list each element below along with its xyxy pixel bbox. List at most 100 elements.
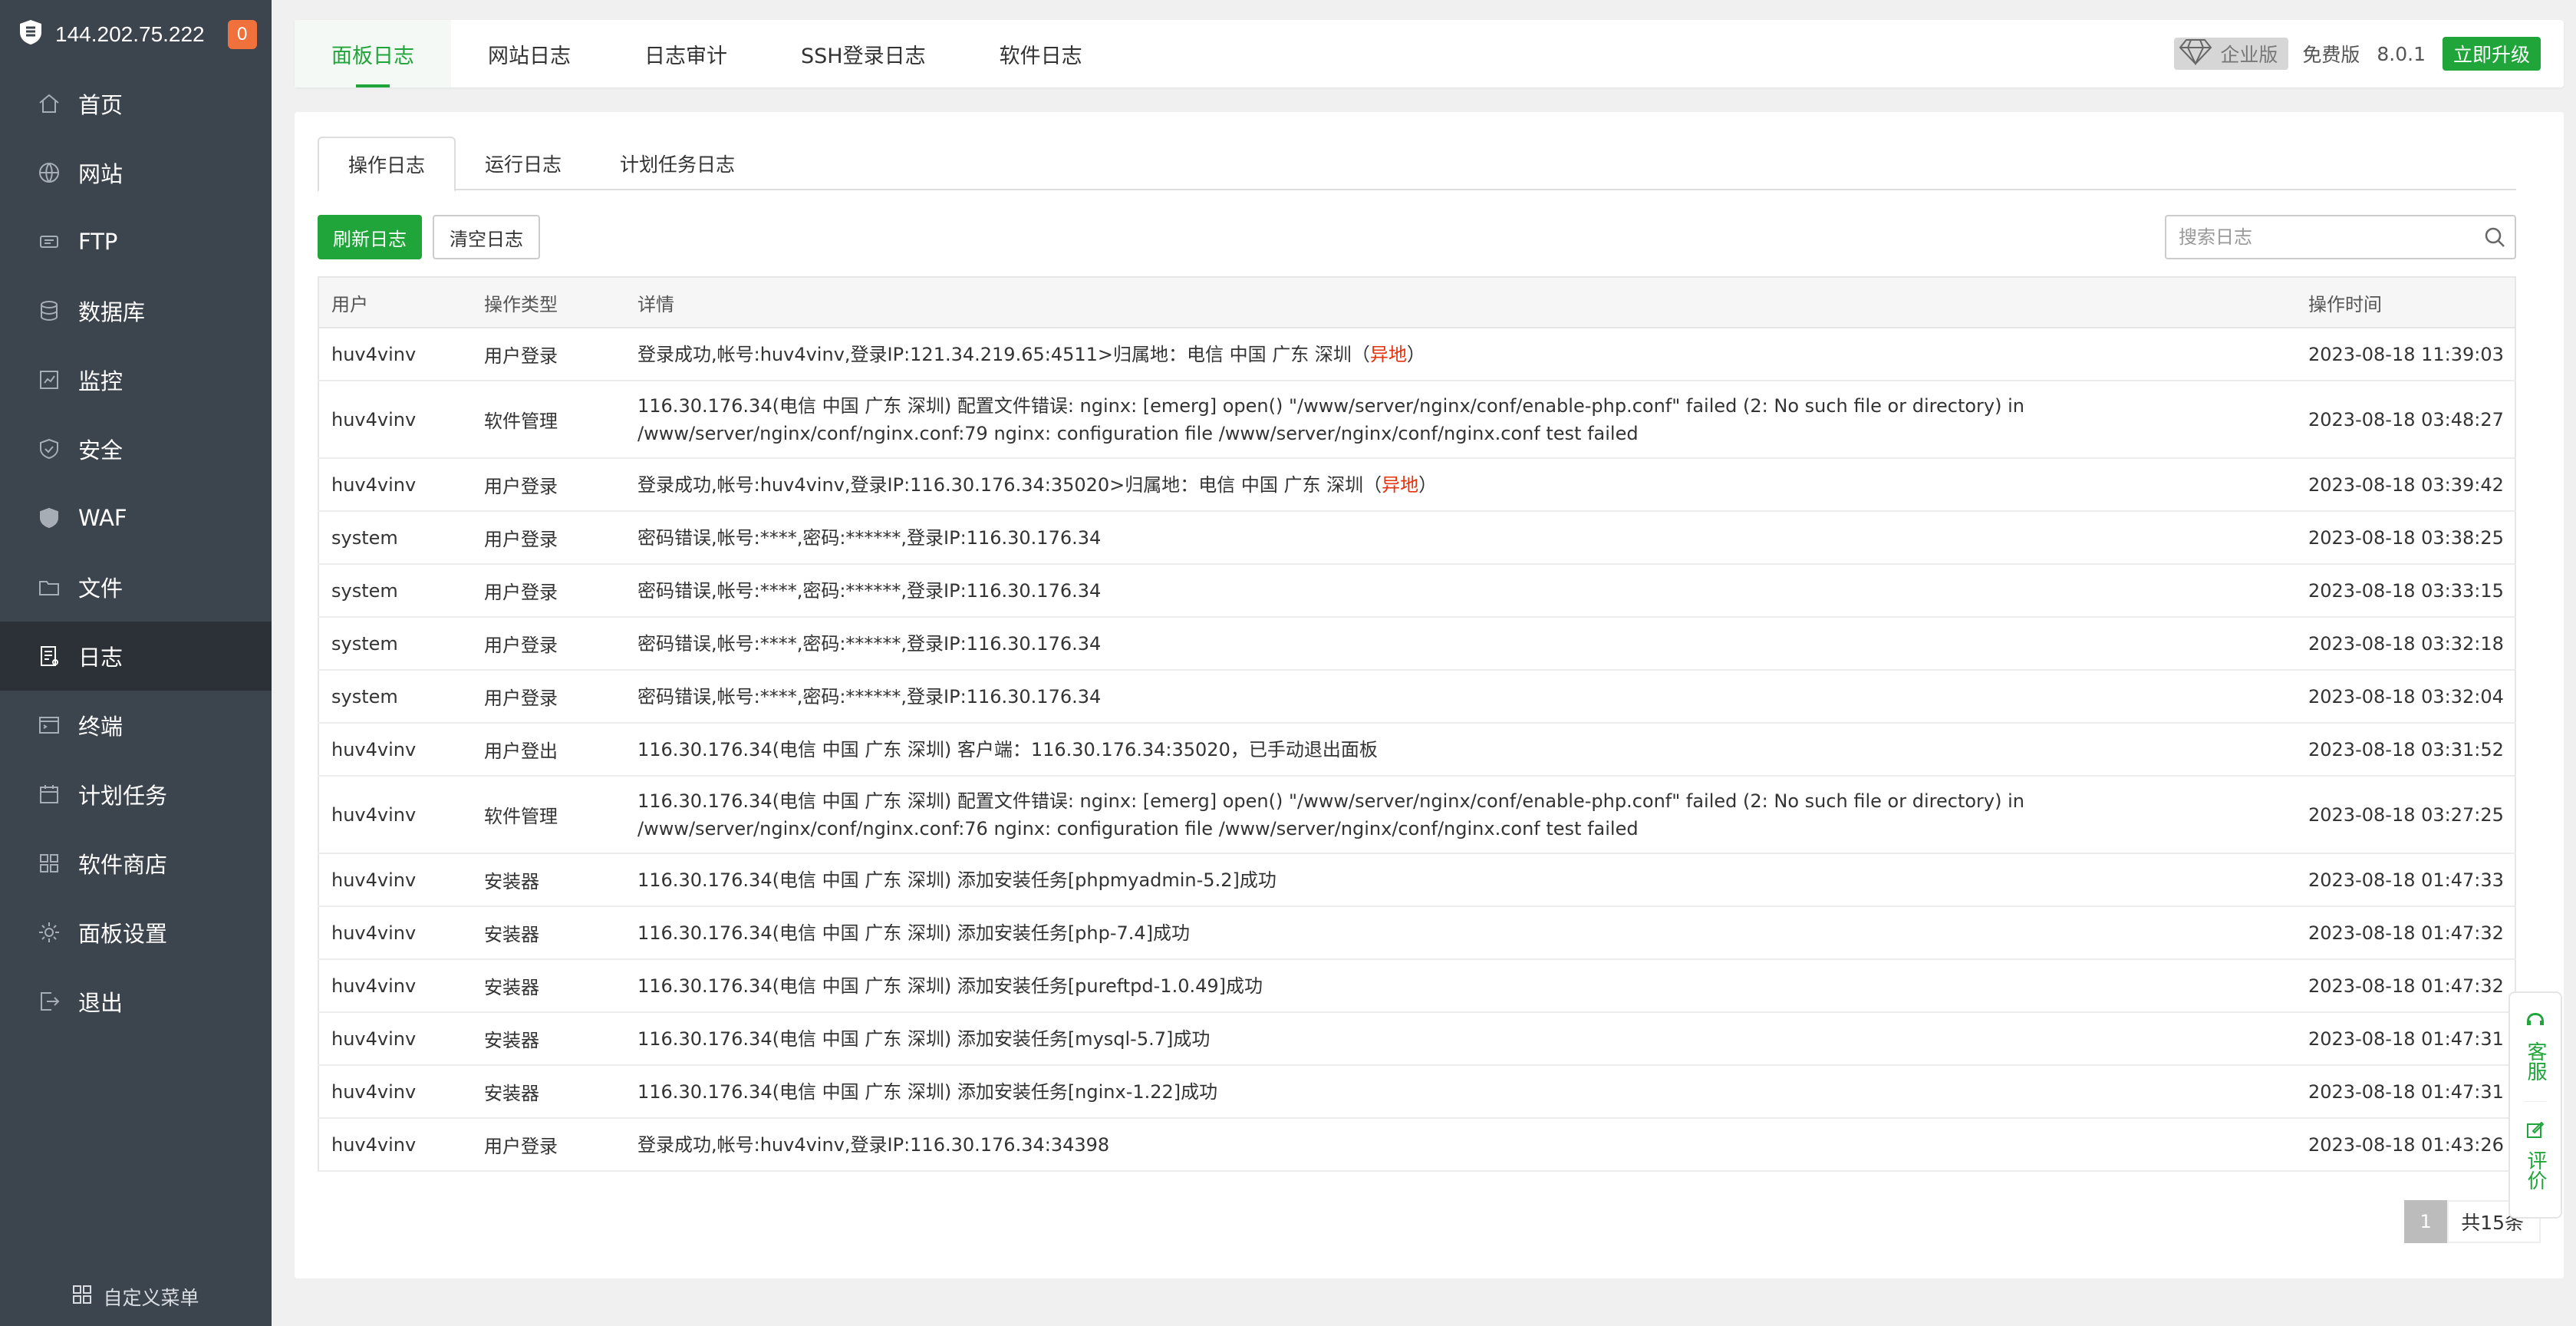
detail-text: 116.30.176.34(电信 中国 广东 深圳) 客户端：116.30.17… (637, 738, 1378, 760)
review-button[interactable]: 评价 (2524, 1101, 2547, 1190)
sidebar-item-10[interactable]: 计划任务 (0, 760, 272, 829)
search-input[interactable] (2166, 216, 2475, 258)
tab-log-category-2[interactable]: 日志审计 (608, 20, 764, 87)
enterprise-edition-badge[interactable]: 企业版 (2174, 38, 2289, 70)
shield-icon (37, 437, 61, 461)
calendar-icon (37, 782, 61, 806)
detail-text: 116.30.176.34(电信 中国 广东 深圳) 配置文件错误: nginx… (637, 790, 2024, 839)
cell-user: huv4vinv (318, 776, 472, 854)
notification-badge[interactable]: 0 (227, 20, 257, 49)
sidebar-item-0[interactable]: 首页 (0, 69, 272, 138)
upgrade-button[interactable]: 立即升级 (2442, 37, 2541, 71)
monitor-icon (37, 368, 61, 392)
cell-time: 2023-08-18 03:32:04 (2296, 670, 2515, 724)
logout-icon (37, 989, 61, 1014)
log-panel: 操作日志运行日志计划任务日志 刷新日志 清空日志 用户 操作类型 详情 操作时间… (295, 112, 2564, 1278)
cell-detail: 116.30.176.34(电信 中国 广东 深圳) 添加安装任务[phpmya… (625, 853, 2296, 907)
sidebar-item-2[interactable]: FTP (0, 207, 272, 276)
cell-type: 安装器 (472, 906, 625, 960)
table-row: huv4vinv 安装器 116.30.176.34(电信 中国 广东 深圳) 添加… (318, 1012, 2515, 1066)
tab-log-type-1[interactable]: 运行日志 (456, 137, 591, 190)
header-type[interactable]: 操作类型 (472, 277, 625, 328)
sidebar-item-label: FTP (78, 229, 118, 255)
folder-icon (37, 575, 61, 599)
detail-text-end: ） (1406, 343, 1425, 365)
cell-detail: 116.30.176.34(电信 中国 广东 深圳) 添加安装任务[pureft… (625, 959, 2296, 1013)
header-detail[interactable]: 详情 (625, 277, 2296, 328)
server-brand[interactable]: 144.202.75.222 0 (0, 0, 272, 69)
cell-user: system (318, 670, 472, 724)
detail-text: 116.30.176.34(电信 中国 广东 深圳) 添加安装任务[pureft… (637, 975, 1263, 997)
cell-time: 2023-08-18 01:47:31 (2296, 1065, 2515, 1119)
cell-time: 2023-08-18 01:47:31 (2296, 1012, 2515, 1066)
cell-time: 2023-08-18 03:33:15 (2296, 564, 2515, 618)
review-label: 评价 (2524, 1150, 2547, 1190)
diamond-icon (2179, 38, 2220, 70)
detail-text: 密码错误,帐号:****,密码:******,登录IP:116.30.176.3… (637, 579, 1102, 602)
customer-service-label: 客服 (2524, 1041, 2547, 1081)
cell-detail: 116.30.176.34(电信 中国 广东 深圳) 添加安装任务[nginx-… (625, 1065, 2296, 1119)
cell-user: huv4vinv (318, 723, 472, 777)
tab-log-category-4[interactable]: 软件日志 (963, 20, 1119, 87)
detail-text-end: ） (1418, 473, 1438, 496)
search-box (2165, 215, 2516, 259)
header-user[interactable]: 用户 (318, 277, 472, 328)
table-body: huv4vinv 用户登录 登录成功,帐号:huv4vinv,登录IP:121.34… (318, 328, 2515, 1172)
refresh-log-button[interactable]: 刷新日志 (318, 215, 422, 259)
sidebar-item-3[interactable]: 数据库 (0, 276, 272, 345)
log-table: 用户 操作类型 详情 操作时间 huv4vinv 用户登录 登录成功,帐号:huv4… (318, 276, 2516, 1172)
tab-log-category-3[interactable]: SSH登录日志 (764, 20, 963, 87)
table-row: huv4vinv 用户登录 登录成功,帐号:huv4vinv,登录IP:121.34… (318, 328, 2515, 381)
tab-log-category-0[interactable]: 面板日志 (295, 20, 451, 87)
page-button-current[interactable]: 1 (2404, 1200, 2448, 1243)
custom-menu-button[interactable]: 自定义菜单 (0, 1274, 272, 1320)
shield-logo-icon (18, 18, 55, 51)
waf-shield-icon (37, 506, 61, 530)
sidebar-item-label: 计划任务 (78, 783, 168, 809)
sidebar-item-6[interactable]: WAF (0, 483, 272, 552)
sidebar-item-label: 软件商店 (78, 852, 168, 878)
cell-user: system (318, 564, 472, 618)
table-row: huv4vinv 安装器 116.30.176.34(电信 中国 广东 深圳) 添加… (318, 853, 2515, 907)
search-icon[interactable] (2475, 216, 2515, 258)
cell-type: 用户登录 (472, 458, 625, 512)
tab-log-category-1[interactable]: 网站日志 (451, 20, 608, 87)
sidebar-item-8[interactable]: 日志 (0, 622, 272, 691)
cell-user: huv4vinv (318, 381, 472, 459)
tab-log-type-2[interactable]: 计划任务日志 (591, 137, 764, 190)
sidebar-item-9[interactable]: 终端 (0, 691, 272, 760)
tab-log-type-0[interactable]: 操作日志 (318, 137, 456, 192)
log-type-tabs: 操作日志 运行日志 计划任务日志 (318, 137, 2516, 192)
support-float-widget: 客服 评价 (2508, 991, 2562, 1219)
sidebar-item-13[interactable]: 退出 (0, 967, 272, 1036)
sidebar-item-4[interactable]: 监控 (0, 345, 272, 414)
cell-time: 2023-08-18 01:47:33 (2296, 853, 2515, 907)
cell-type: 安装器 (472, 1012, 625, 1066)
sidebar-item-1[interactable]: 网站 (0, 138, 272, 207)
detail-text: 登录成功,帐号:huv4vinv,登录IP:116.30.176.34:3502… (637, 473, 1382, 496)
cell-detail: 密码错误,帐号:****,密码:******,登录IP:116.30.176.3… (625, 564, 2296, 618)
cell-detail: 登录成功,帐号:huv4vinv,登录IP:116.30.176.34:3502… (625, 458, 2296, 512)
detail-text: 116.30.176.34(电信 中国 广东 深圳) 添加安装任务[php-7.… (637, 922, 1191, 944)
customer-service-button[interactable]: 客服 (2524, 1011, 2547, 1081)
table-row: huv4vinv 用户登出 116.30.176.34(电信 中国 广东 深圳) 客… (318, 723, 2515, 777)
table-row: huv4vinv 软件管理 116.30.176.34(电信 中国 广东 深圳) 配… (318, 776, 2515, 854)
sidebar-item-7[interactable]: 文件 (0, 552, 272, 622)
cell-type: 安装器 (472, 1065, 625, 1119)
globe-icon (37, 160, 61, 185)
custom-menu-label: 自定义菜单 (103, 1287, 199, 1309)
detail-text: 登录成功,帐号:huv4vinv,登录IP:116.30.176.34:3439… (637, 1133, 1110, 1156)
edition-label: 企业版 (2220, 44, 2278, 66)
detail-text: 116.30.176.34(电信 中国 广东 深圳) 添加安装任务[mysql-… (637, 1027, 1211, 1050)
sidebar-item-11[interactable]: 软件商店 (0, 829, 272, 898)
header-time[interactable]: 操作时间 (2296, 277, 2515, 328)
detail-text: 116.30.176.34(电信 中国 广东 深圳) 添加安装任务[nginx-… (637, 1080, 1218, 1103)
detail-text: 密码错误,帐号:****,密码:******,登录IP:116.30.176.3… (637, 685, 1102, 708)
clear-log-button[interactable]: 清空日志 (433, 215, 540, 259)
cell-type: 用户登录 (472, 617, 625, 671)
sidebar-item-label: 日志 (78, 645, 124, 671)
cell-time: 2023-08-18 03:27:25 (2296, 776, 2515, 854)
sidebar-item-5[interactable]: 安全 (0, 414, 272, 483)
remote-login-flag: 异地 (1382, 473, 1419, 496)
sidebar-item-12[interactable]: 面板设置 (0, 898, 272, 967)
